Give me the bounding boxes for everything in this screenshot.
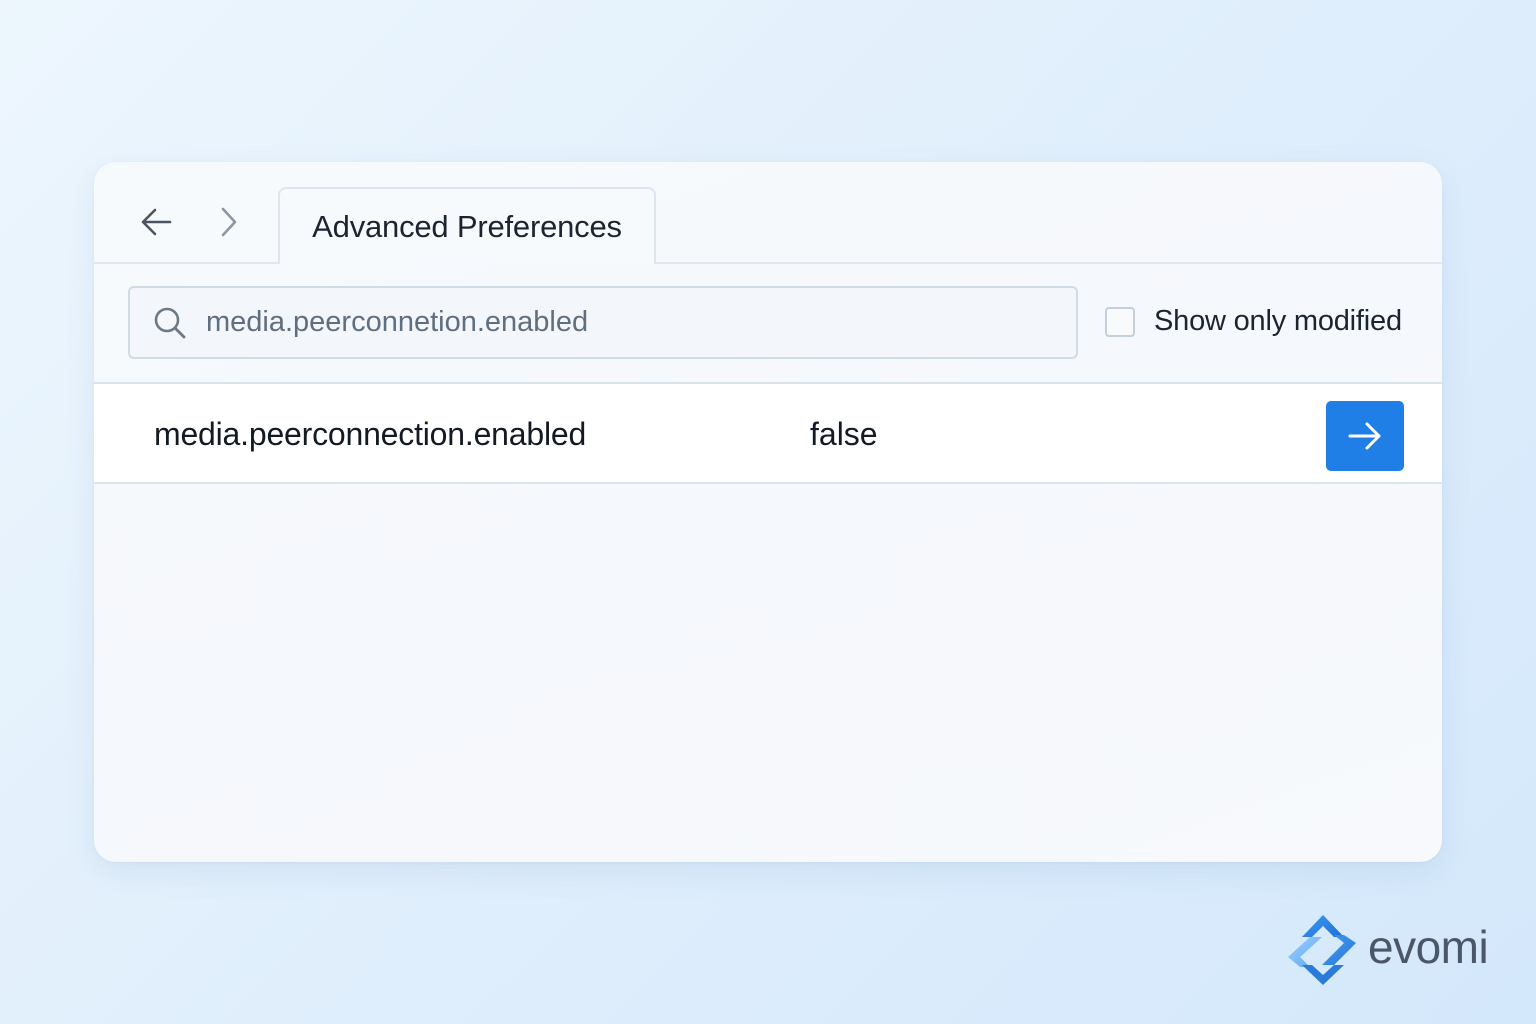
back-button[interactable]: [138, 202, 174, 242]
edit-preference-button[interactable]: [1326, 401, 1404, 471]
brand-logo: evomi: [1282, 912, 1489, 988]
search-field[interactable]: [128, 286, 1078, 359]
tab-title: Advanced Preferences: [312, 208, 622, 244]
show-only-modified-checkbox[interactable]: [1105, 306, 1135, 337]
arrow-right-icon: [1348, 422, 1381, 450]
preference-value[interactable]: false: [810, 416, 878, 453]
table-row[interactable]: media.peerconnection.enabled false: [94, 382, 1442, 484]
search-icon: [154, 307, 186, 338]
forward-button[interactable]: [210, 202, 246, 242]
search-input[interactable]: [206, 306, 1026, 339]
show-only-modified-label: Show only modified: [1154, 305, 1402, 337]
chevron-right-icon: [221, 207, 237, 237]
window-toolbar: Advanced Preferences: [94, 162, 1442, 264]
tab-advanced-preferences[interactable]: Advanced Preferences: [278, 187, 656, 264]
evomi-logo-icon: [1288, 915, 1356, 985]
preferences-window: Advanced Preferences Show only modified …: [94, 162, 1442, 862]
preference-name: media.peerconnection.enabled: [154, 416, 587, 452]
arrow-left-icon: [141, 208, 172, 236]
brand-name: evomi: [1368, 921, 1489, 973]
show-only-modified-toggle[interactable]: Show only modified: [1105, 305, 1402, 338]
